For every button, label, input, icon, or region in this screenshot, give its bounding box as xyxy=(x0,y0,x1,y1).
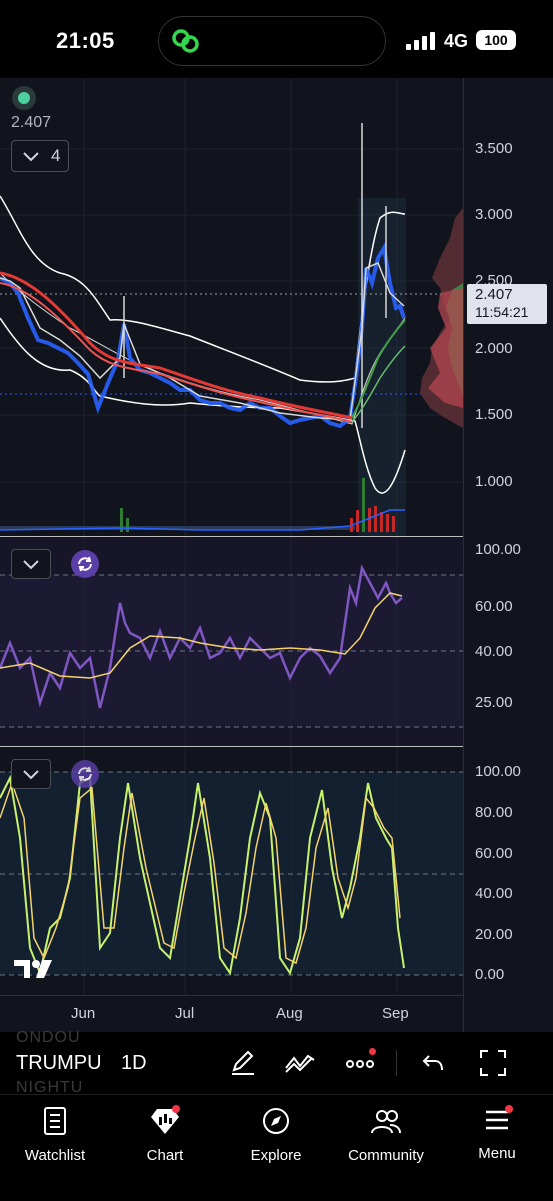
nav-community[interactable]: Community xyxy=(336,1107,436,1164)
bar-countdown: 11:54:21 xyxy=(475,304,529,320)
rsi-collapse-button[interactable] xyxy=(11,549,51,579)
price-tick: 3.000 xyxy=(475,206,513,223)
legend-status-dot xyxy=(12,86,36,110)
nav-label: Explore xyxy=(250,1147,302,1164)
chart-toolbar: ONDOU TRUMPU NIGHTU 1D xyxy=(0,1029,553,1096)
price-tick: 1.000 xyxy=(475,473,513,490)
chevron-down-icon xyxy=(23,560,39,570)
nav-explore[interactable]: Explore xyxy=(226,1107,326,1164)
current-price-label: 2.407 11:54:21 xyxy=(467,284,547,324)
dynamic-island xyxy=(158,16,386,66)
price-tick: 3.500 xyxy=(475,140,513,157)
stoch-tick: 40.00 xyxy=(475,885,513,902)
symbol-ghost-above: ONDOU xyxy=(16,1029,81,1046)
battery-icon: 100 xyxy=(476,30,516,50)
nav-menu[interactable]: Menu xyxy=(447,1107,547,1162)
stoch-tick: 100.00 xyxy=(475,763,521,780)
legend-collapse-button[interactable]: 4 xyxy=(11,140,69,172)
signal-icon xyxy=(406,32,435,50)
rsi-tick: 25.00 xyxy=(475,694,513,711)
fullscreen-icon[interactable] xyxy=(480,1050,506,1076)
time-tick: Sep xyxy=(382,1005,409,1022)
rsi-refresh-icon[interactable] xyxy=(71,550,99,578)
stoch-tick: 0.00 xyxy=(475,966,505,983)
stoch-tick: 60.00 xyxy=(475,845,513,862)
symbol-button[interactable]: TRUMPU xyxy=(16,1052,104,1075)
legend-price: 2.407 xyxy=(11,114,52,131)
network-label: 4G xyxy=(444,31,469,51)
chevron-down-icon xyxy=(23,770,39,780)
link-icon xyxy=(172,29,199,53)
nav-label: Watchlist xyxy=(24,1147,86,1164)
price-tick: 2.000 xyxy=(475,340,513,357)
tradingview-logo-icon[interactable] xyxy=(14,958,54,980)
time-tick: Aug xyxy=(276,1005,303,1022)
pencil-icon[interactable] xyxy=(228,1048,256,1076)
stoch-refresh-icon[interactable] xyxy=(71,760,99,788)
stoch-tick: 20.00 xyxy=(475,926,513,943)
rsi-tick: 100.00 xyxy=(475,541,521,558)
nav-label: Menu xyxy=(478,1145,516,1162)
rsi-tick: 40.00 xyxy=(475,643,513,660)
watchlist-icon xyxy=(44,1107,66,1135)
chart-plot[interactable] xyxy=(0,78,463,1032)
interval-button[interactable]: 1D xyxy=(121,1052,147,1075)
nav-label: Community xyxy=(348,1147,424,1164)
nav-label: Chart xyxy=(146,1147,184,1164)
rsi-tick: 60.00 xyxy=(475,598,513,615)
stoch-tick: 80.00 xyxy=(475,804,513,821)
menu-alert-dot xyxy=(505,1105,513,1113)
toolbar-divider xyxy=(396,1050,397,1076)
chevron-down-icon xyxy=(23,152,39,162)
chart-alert-dot xyxy=(172,1105,180,1113)
stoch-collapse-button[interactable] xyxy=(11,759,51,789)
compass-icon xyxy=(263,1108,289,1134)
more-icon[interactable] xyxy=(346,1052,378,1072)
time-tick: Jun xyxy=(71,1005,96,1022)
nav-watchlist[interactable]: Watchlist xyxy=(5,1107,105,1164)
time-tick: Jul xyxy=(175,1005,195,1022)
bottom-navigation: Watchlist Chart Explore Community Menu xyxy=(0,1094,553,1201)
current-price-value: 2.407 xyxy=(475,286,513,303)
more-alert-dot xyxy=(369,1048,376,1055)
trend-line-icon[interactable] xyxy=(284,1048,316,1076)
price-tick: 1.500 xyxy=(475,406,513,423)
undo-icon[interactable] xyxy=(421,1052,445,1074)
status-time: 21:05 xyxy=(56,28,115,53)
nav-chart[interactable]: Chart xyxy=(115,1107,215,1164)
community-icon xyxy=(371,1110,401,1134)
legend-indicator-count: 4 xyxy=(51,146,61,165)
status-bar: 21:05 4G 100 xyxy=(0,0,553,78)
